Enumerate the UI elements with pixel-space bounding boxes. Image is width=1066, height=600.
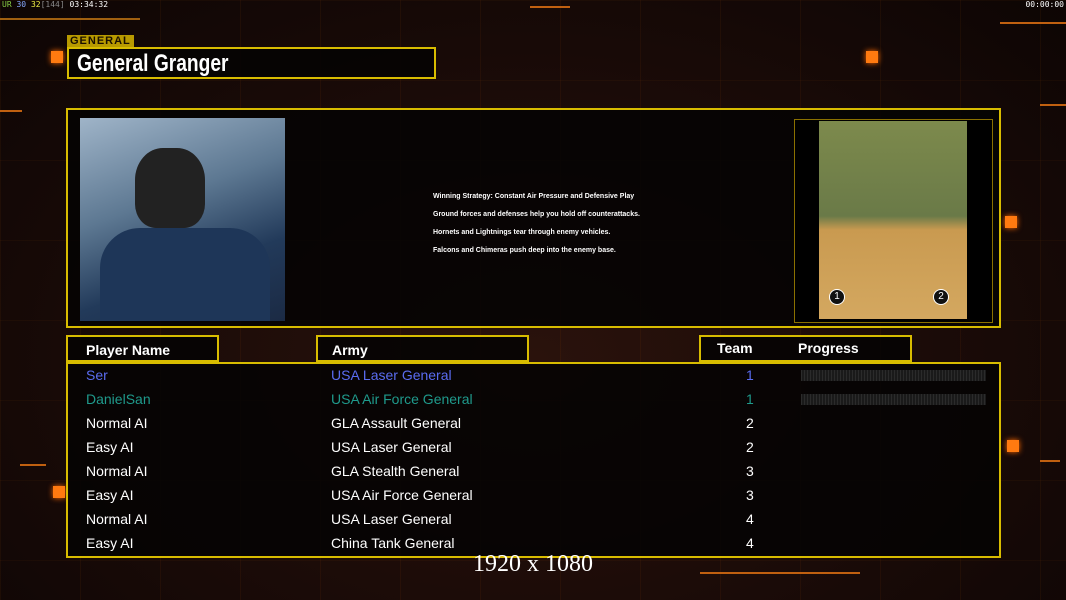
player-row[interactable]: Ser USA Laser General 1 <box>68 364 999 388</box>
deco-square <box>1007 440 1019 452</box>
player-name: DanielSan <box>86 391 151 407</box>
player-team: 4 <box>746 535 754 551</box>
general-name: General Granger <box>77 50 229 77</box>
player-army: GLA Assault General <box>331 415 461 431</box>
player-army: GLA Stealth General <box>331 463 460 479</box>
deco-square <box>866 51 878 63</box>
player-army: USA Laser General <box>331 439 452 455</box>
start-position-1: 1 <box>829 289 845 305</box>
strategy-line: Hornets and Lightnings tear through enem… <box>433 229 611 236</box>
player-team: 3 <box>746 463 754 479</box>
deco-line <box>0 18 140 20</box>
general-tag: GENERAL <box>67 35 134 47</box>
progress-bar <box>801 394 986 405</box>
deco-square <box>1005 216 1017 228</box>
player-name: Easy AI <box>86 535 134 551</box>
player-row[interactable]: Normal AI GLA Assault General 2 <box>68 412 999 436</box>
deco-square <box>51 51 63 63</box>
portrait-head <box>135 148 205 228</box>
hud-value: [144] <box>40 0 65 9</box>
player-army: USA Air Force General <box>331 391 473 407</box>
player-name: Normal AI <box>86 415 148 431</box>
player-name: Normal AI <box>86 511 148 527</box>
general-name-box: General Granger <box>67 47 436 79</box>
hud-value: 32 <box>30 0 41 9</box>
deco-line <box>20 464 46 466</box>
strategy-text: Winning Strategy: Constant Air Pressure … <box>433 188 640 260</box>
map-terrain: 1 2 <box>819 121 967 319</box>
player-name: Ser <box>86 367 108 383</box>
player-list: Ser USA Laser General 1 DanielSan USA Air… <box>66 362 1001 558</box>
hud-value: 30 <box>16 0 27 9</box>
hud-prefix: UR <box>2 0 12 9</box>
player-team: 2 <box>746 439 754 455</box>
deco-line <box>1040 104 1066 106</box>
hud-time: 03:34:32 <box>69 0 109 9</box>
player-name-header: Player Name <box>66 335 219 362</box>
strategy-line: Ground forces and defenses help you hold… <box>433 211 640 218</box>
player-team: 2 <box>746 415 754 431</box>
general-portrait <box>80 118 285 321</box>
portrait-uniform <box>100 228 270 321</box>
deco-line <box>1040 460 1060 462</box>
deco-line <box>0 110 22 112</box>
player-army: China Tank General <box>331 535 455 551</box>
player-row[interactable]: Easy AI USA Air Force General 3 <box>68 484 999 508</box>
player-name: Easy AI <box>86 487 134 503</box>
deco-line <box>1000 22 1066 24</box>
start-position-2: 2 <box>933 289 949 305</box>
player-row[interactable]: DanielSan USA Air Force General 1 <box>68 388 999 412</box>
player-team: 1 <box>746 391 754 407</box>
army-header-label: Army <box>332 342 368 358</box>
player-name: Easy AI <box>86 439 134 455</box>
player-team: 1 <box>746 367 754 383</box>
deco-square <box>53 486 65 498</box>
player-row[interactable]: Easy AI USA Laser General 2 <box>68 436 999 460</box>
team-header-label: Team <box>717 340 753 356</box>
player-row[interactable]: Normal AI GLA Stealth General 3 <box>68 460 999 484</box>
player-army: USA Air Force General <box>331 487 473 503</box>
player-name: Normal AI <box>86 463 148 479</box>
map-preview: 1 2 <box>794 119 993 323</box>
player-army: USA Laser General <box>331 367 452 383</box>
team-progress-header: Team Progress <box>699 335 912 362</box>
player-team: 3 <box>746 487 754 503</box>
player-row[interactable]: Normal AI USA Laser General 4 <box>68 508 999 532</box>
hud-clock: 00:00:00 <box>1025 0 1064 9</box>
progress-bar <box>801 370 986 381</box>
progress-header-label: Progress <box>798 340 859 356</box>
hud-stats: UR 30 32[144] 03:34:32 <box>2 0 108 9</box>
player-army: USA Laser General <box>331 511 452 527</box>
deco-line <box>530 6 570 8</box>
general-info-panel: Winning Strategy: Constant Air Pressure … <box>66 108 1001 328</box>
player-team: 4 <box>746 511 754 527</box>
player-name-header-label: Player Name <box>86 342 171 358</box>
resolution-label: 1920 x 1080 <box>473 551 593 577</box>
army-header: Army <box>316 335 529 362</box>
strategy-line: Falcons and Chimeras push deep into the … <box>433 247 616 254</box>
strategy-line: Winning Strategy: Constant Air Pressure … <box>433 193 635 200</box>
